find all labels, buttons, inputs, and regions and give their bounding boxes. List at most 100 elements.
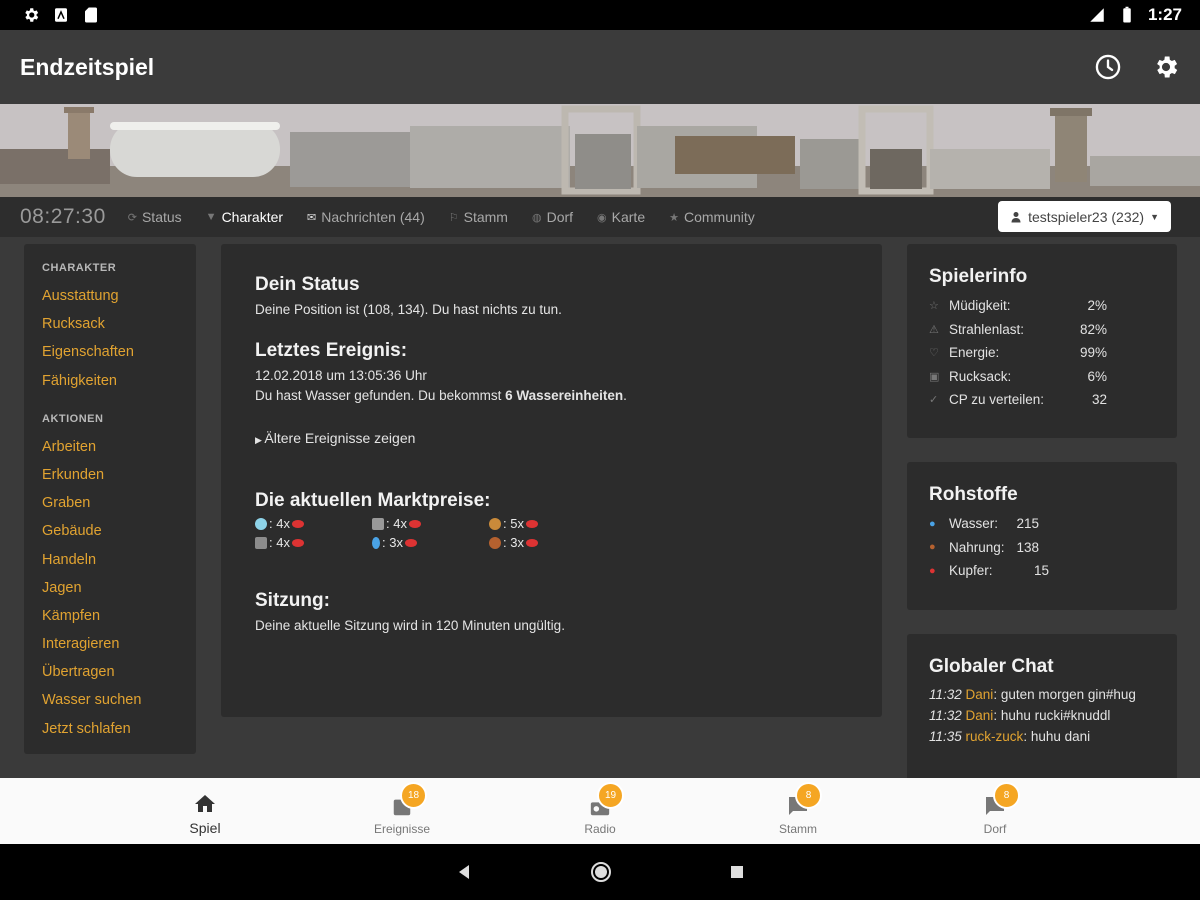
stat-value: 32	[1091, 392, 1107, 408]
link-handeln[interactable]: Handeln	[42, 546, 178, 574]
sd-card-icon	[85, 7, 97, 23]
chat-text: : guten morgen gin#hug	[993, 687, 1136, 702]
home-button-icon[interactable]	[589, 860, 613, 884]
spielerinfo-panel: Spielerinfo ☆ Müdigkeit: 2% ⚠ Strahlenlast:…	[907, 244, 1177, 438]
price-gem-value: : 4x	[269, 516, 290, 531]
section-aktionen: AKTIONEN	[42, 412, 104, 425]
meat-icon	[489, 536, 501, 549]
bottom-tab-ereignisse[interactable]: 18 Ereignisse	[342, 778, 462, 844]
system-status-bar: 1:27	[0, 0, 1200, 30]
price-water: : 3x	[372, 535, 489, 550]
nav-status[interactable]: ⟳ Status	[128, 209, 182, 225]
price-water-value: : 3x	[382, 535, 403, 550]
link-graben[interactable]: Graben	[42, 489, 178, 517]
home-icon	[195, 795, 215, 812]
older-events-label: Ältere Ereignisse zeigen	[264, 430, 416, 446]
session-text: Deine aktuelle Sitzung wird in 120 Minut…	[255, 618, 565, 633]
back-icon[interactable]	[454, 862, 474, 882]
nav-charakter[interactable]: ▼ Charakter	[206, 209, 283, 225]
session-heading: Sitzung:	[255, 590, 330, 611]
stone-icon	[255, 536, 267, 549]
link-rucksack[interactable]: Rucksack	[42, 310, 178, 338]
market-prices: : 4x : 4x : 5x : 4x : 3x : 3x	[255, 516, 848, 550]
backpack-icon: ▣	[929, 370, 940, 383]
link-faehigkeiten[interactable]: Fähigkeiten	[42, 367, 178, 395]
chat-time: 11:35	[929, 729, 962, 744]
event-date: 12.02.2018 um 13:05:36 Uhr	[255, 368, 427, 383]
notification-badge: 18	[400, 782, 427, 809]
nav-dorf[interactable]: ◍ Dorf	[532, 209, 573, 225]
chat-user[interactable]: Dani	[966, 708, 994, 723]
nav-karte-label: Karte	[611, 209, 646, 225]
chat-message: 11:32 Dani: guten morgen gin#hug	[929, 684, 1155, 705]
nav-nachrichten[interactable]: ✉ Nachrichten (44)	[307, 209, 425, 225]
refresh-icon: ⟳	[127, 211, 137, 224]
history-icon[interactable]	[1094, 53, 1122, 81]
link-ausstattung[interactable]: Ausstattung	[42, 282, 178, 310]
star-icon: ★	[669, 211, 679, 224]
bottom-tab-label: Stamm	[778, 822, 817, 836]
chat-text: : huhu dani	[1023, 729, 1091, 744]
nav-community[interactable]: ★ Community	[669, 209, 755, 225]
link-eigenschaften[interactable]: Eigenschaften	[42, 338, 178, 366]
res-label: Kupfer:	[949, 563, 993, 579]
global-chat-panel: Globaler Chat 11:32 Dani: guten morgen g…	[907, 634, 1177, 778]
chat-message: 11:32 Dani: huhu rucki#knuddl	[929, 705, 1155, 726]
gear-icon	[25, 8, 39, 22]
user-icon	[1011, 211, 1021, 222]
link-erkunden[interactable]: Erkunden	[42, 461, 178, 489]
link-gebaeude[interactable]: Gebäude	[42, 517, 178, 545]
copper-icon	[291, 519, 304, 528]
bottom-tab-stamm[interactable]: 8 Stamm	[738, 778, 858, 844]
link-arbeiten[interactable]: Arbeiten	[42, 433, 178, 461]
price-stone: : 4x	[255, 535, 372, 550]
res-kupfer: ● Kupfer: 15	[929, 559, 1155, 583]
event-text-pre: Du hast Wasser gefunden. Du bekommst	[255, 388, 506, 403]
group-icon: ⚐	[448, 211, 459, 224]
copper-icon	[525, 519, 538, 528]
link-wasser-suchen[interactable]: Wasser suchen	[42, 686, 178, 714]
nav-karte[interactable]: ◉ Karte	[597, 209, 645, 225]
link-interagieren[interactable]: Interagieren	[42, 630, 178, 658]
bottom-tab-label: Dorf	[983, 822, 1007, 836]
map-marker-icon: ◉	[597, 211, 607, 224]
price-stone-value: : 4x	[269, 535, 290, 550]
chat-user[interactable]: ruck-zuck	[966, 729, 1024, 744]
stat-rucksack: ▣ Rucksack: 6%	[929, 365, 1155, 389]
meat-icon: ●	[929, 541, 936, 554]
copper-icon	[291, 538, 304, 547]
rohstoffe-panel: Rohstoffe ● Wasser: 215 ● Nahrung: 138 ● Kupf…	[907, 462, 1177, 610]
metal-icon	[372, 517, 384, 530]
header-banner-image	[0, 104, 1200, 197]
user-dropdown[interactable]: testspieler23 (232) ▼	[998, 201, 1171, 232]
res-value: 138	[1016, 539, 1039, 555]
app-bar: Endzeitspiel	[0, 30, 1200, 104]
bottom-tab-spiel[interactable]: Spiel	[145, 778, 265, 844]
older-events-link[interactable]: ▶ Ältere Ereignisse zeigen	[255, 428, 848, 450]
event-text-bold: 6 Wassereinheiten	[505, 388, 624, 403]
check-icon: ✓	[929, 394, 939, 407]
bottom-tab-radio[interactable]: 19 Radio	[540, 778, 660, 844]
content-area: CHARAKTER Ausstattung Rucksack Eigenscha…	[0, 237, 1200, 778]
link-jagen[interactable]: Jagen	[42, 574, 178, 602]
status-heading: Dein Status	[255, 274, 360, 295]
link-kaempfen[interactable]: Kämpfen	[42, 602, 178, 630]
section-charakter: CHARAKTER	[42, 262, 117, 274]
system-clock: 1:27	[1147, 5, 1182, 24]
stat-label: Energie:	[949, 345, 1000, 361]
nav-stamm[interactable]: ⚐ Stamm	[449, 209, 508, 225]
res-wasser: ● Wasser: 215	[929, 512, 1155, 536]
link-jetzt-schlafen[interactable]: Jetzt schlafen	[42, 715, 178, 743]
stat-cp: ✓ CP zu verteilen: 32	[929, 388, 1155, 412]
chat-text: : huhu rucki#knuddl	[993, 708, 1111, 723]
res-value: 215	[1016, 516, 1039, 532]
stat-label: Rucksack:	[949, 368, 1012, 384]
res-nahrung: ● Nahrung: 138	[929, 536, 1155, 560]
app-icon	[55, 8, 67, 22]
settings-icon[interactable]	[1152, 53, 1180, 81]
bottom-tab-dorf[interactable]: 8 Dorf	[935, 778, 1055, 844]
chat-user[interactable]: Dani	[966, 687, 994, 702]
event-text: Du hast Wasser gefunden. Du bekommst 6 W…	[255, 386, 848, 406]
link-uebertragen[interactable]: Übertragen	[42, 658, 178, 686]
recents-icon[interactable]	[728, 863, 746, 881]
